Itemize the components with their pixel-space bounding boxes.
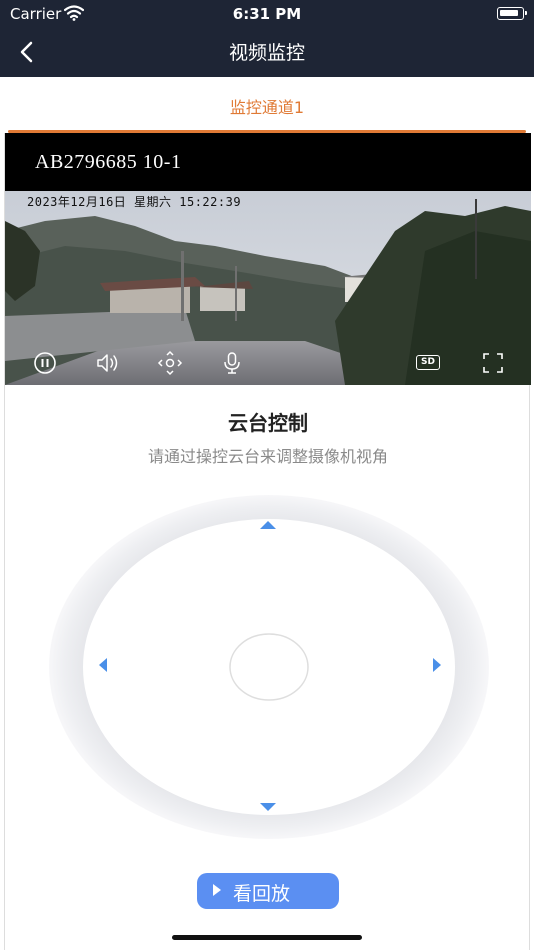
tab-channel-1[interactable]: 监控通道1	[0, 94, 534, 118]
home-indicator	[172, 935, 362, 940]
nav-bar: 视频监控	[0, 27, 534, 77]
device-name: AB2796685 10-1	[35, 151, 182, 173]
microphone-icon[interactable]	[217, 349, 247, 377]
sd-quality-icon[interactable]: SD	[416, 355, 440, 370]
video-controls: SD	[5, 341, 531, 385]
channel-tabs: 监控通道1	[0, 77, 534, 133]
device-header: AB2796685 10-1	[5, 133, 531, 191]
status-bar: Carrier 6:31 PM	[0, 0, 534, 27]
volume-icon[interactable]	[93, 349, 123, 377]
video-player[interactable]: 2023年12月16日 星期六 15:22:39 SD	[5, 191, 531, 385]
clock: 6:31 PM	[232, 5, 302, 23]
pause-icon[interactable]	[30, 349, 60, 377]
ptz-description: 请通过操控云台来调整摄像机视角	[147, 447, 388, 466]
video-timestamp: 2023年12月16日 星期六 15:22:39	[27, 195, 242, 209]
fullscreen-icon[interactable]	[478, 349, 508, 377]
monitor-card: AB2796685 10-1 2023年12月16日 星期六 15:22:39 …	[4, 133, 531, 950]
play-icon	[213, 884, 221, 896]
playback-button[interactable]: 看回放	[197, 873, 339, 909]
ptz-joystick[interactable]	[47, 493, 491, 841]
page-title: 视频监控	[228, 42, 305, 64]
ptz-icon[interactable]	[155, 349, 185, 377]
ptz-title: 云台控制	[228, 411, 308, 435]
battery-icon	[497, 7, 527, 20]
playback-label: 看回放	[233, 883, 291, 905]
